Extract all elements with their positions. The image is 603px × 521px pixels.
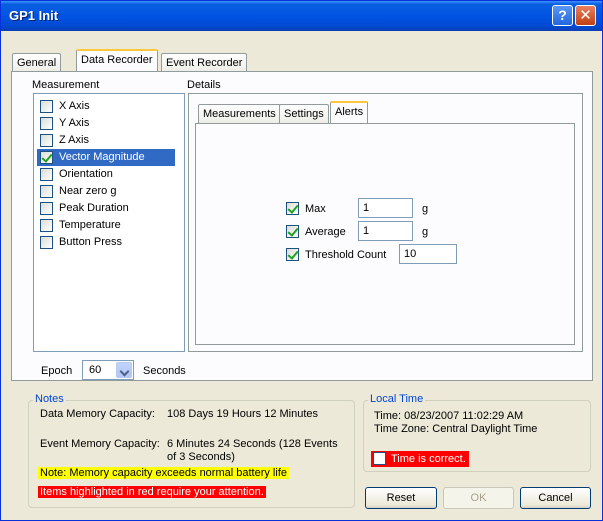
list-item-x-axis[interactable]: X Axis [37, 98, 175, 115]
max-checkbox[interactable] [286, 202, 299, 215]
epoch-unit: Seconds [143, 365, 186, 377]
list-item-label: Temperature [59, 219, 121, 231]
orientation-checkbox[interactable] [40, 168, 53, 181]
attention-warning: Items highlighted in red require your at… [38, 486, 266, 498]
tab-alerts[interactable]: Alerts [330, 101, 369, 123]
tab-event-recorder[interactable]: Event Recorder [161, 53, 248, 73]
list-item-label: Orientation [59, 168, 113, 180]
time-correct-checkbox[interactable] [373, 452, 386, 465]
peak-duration-checkbox[interactable] [40, 202, 53, 215]
tab-general[interactable]: General [12, 53, 62, 73]
list-item-label: Near zero g [59, 185, 117, 197]
data-memory-label: Data Memory Capacity: [40, 408, 155, 420]
notes-title: Notes [33, 393, 66, 405]
ok-button[interactable]: OK [443, 487, 514, 509]
list-item-label: Peak Duration [59, 202, 129, 214]
max-input[interactable]: 1 [358, 198, 413, 218]
list-item-label: Button Press [59, 236, 122, 248]
list-item-label: Vector Magnitude [59, 151, 145, 163]
average-label: Average [305, 226, 346, 238]
button-press-checkbox[interactable] [40, 236, 53, 249]
list-item-label: X Axis [59, 100, 90, 112]
average-input[interactable]: 1 [358, 221, 413, 241]
tab-settings[interactable]: Settings [279, 104, 329, 124]
battery-warning: Note: Memory capacity exceeds normal bat… [38, 467, 289, 479]
x-axis-checkbox[interactable] [40, 100, 53, 113]
list-item-orientation[interactable]: Orientation [37, 166, 175, 183]
measurement-label: Measurement [32, 79, 100, 91]
vector-magnitude-checkbox[interactable] [40, 151, 53, 164]
list-item-y-axis[interactable]: Y Axis [37, 115, 175, 132]
event-memory-value-line2: of 3 Seconds) [167, 451, 235, 463]
event-memory-label: Event Memory Capacity: [40, 438, 160, 450]
list-item-near-zero-g[interactable]: Near zero g [37, 183, 175, 200]
list-item-temperature[interactable]: Temperature [37, 217, 175, 234]
average-checkbox[interactable] [286, 225, 299, 238]
event-memory-value-line1: 6 Minutes 24 Seconds (128 Events [167, 438, 338, 450]
average-unit: g [422, 226, 429, 238]
close-icon[interactable]: ✕ [575, 5, 596, 26]
window-title: GP1 Init [9, 8, 59, 23]
near-zero-g-checkbox[interactable] [40, 185, 53, 198]
list-item-z-axis[interactable]: Z Axis [37, 132, 175, 149]
reset-button[interactable]: Reset [365, 487, 437, 509]
time-correct-highlight[interactable]: Time is correct. [371, 451, 469, 467]
details-label: Details [187, 79, 221, 91]
epoch-label: Epoch [41, 365, 73, 377]
y-axis-checkbox[interactable] [40, 117, 53, 130]
list-item-peak-duration[interactable]: Peak Duration [37, 200, 175, 217]
threshold-count-input[interactable]: 10 [399, 244, 457, 264]
time-zone-value: Time Zone: Central Daylight Time [374, 423, 538, 435]
threshold-count-label: Threshold Count [305, 249, 387, 261]
title-bar: GP1 Init ? ✕ [1, 1, 602, 31]
tab-measurements[interactable]: Measurements [198, 104, 281, 124]
temperature-checkbox[interactable] [40, 219, 53, 232]
chevron-down-icon[interactable] [116, 362, 132, 378]
z-axis-checkbox[interactable] [40, 134, 53, 147]
epoch-value: 60 [89, 364, 102, 376]
data-memory-value: 108 Days 19 Hours 12 Minutes [167, 408, 319, 420]
tab-data-recorder[interactable]: Data Recorder [76, 49, 158, 71]
cancel-button[interactable]: Cancel [520, 487, 591, 509]
max-unit: g [422, 203, 429, 215]
alerts-pane: Max 1 g Average 1 g Threshold Count 10 [195, 123, 575, 345]
gp1-init-window: GP1 Init ? ✕ General Data Recorder Event… [0, 0, 603, 521]
time-correct-label: Time is correct. [391, 453, 466, 465]
list-item-button-press[interactable]: Button Press [37, 234, 175, 251]
epoch-select[interactable]: 60 [82, 360, 134, 380]
list-item-label: Z Axis [59, 134, 89, 146]
max-label: Max [305, 203, 326, 215]
help-icon[interactable]: ? [552, 5, 573, 26]
data-recorder-pane: Measurement X Axis Y Axis Z Axis Vector … [11, 71, 593, 381]
local-time-title: Local Time [368, 393, 426, 405]
list-item-vector-magnitude[interactable]: Vector Magnitude [37, 149, 175, 166]
list-item-label: Y Axis [59, 117, 90, 129]
local-time-value: Time: 08/23/2007 11:02:29 AM [374, 410, 524, 422]
measurement-list[interactable]: X Axis Y Axis Z Axis Vector Magnitude Or… [33, 93, 185, 352]
threshold-count-checkbox[interactable] [286, 248, 299, 261]
